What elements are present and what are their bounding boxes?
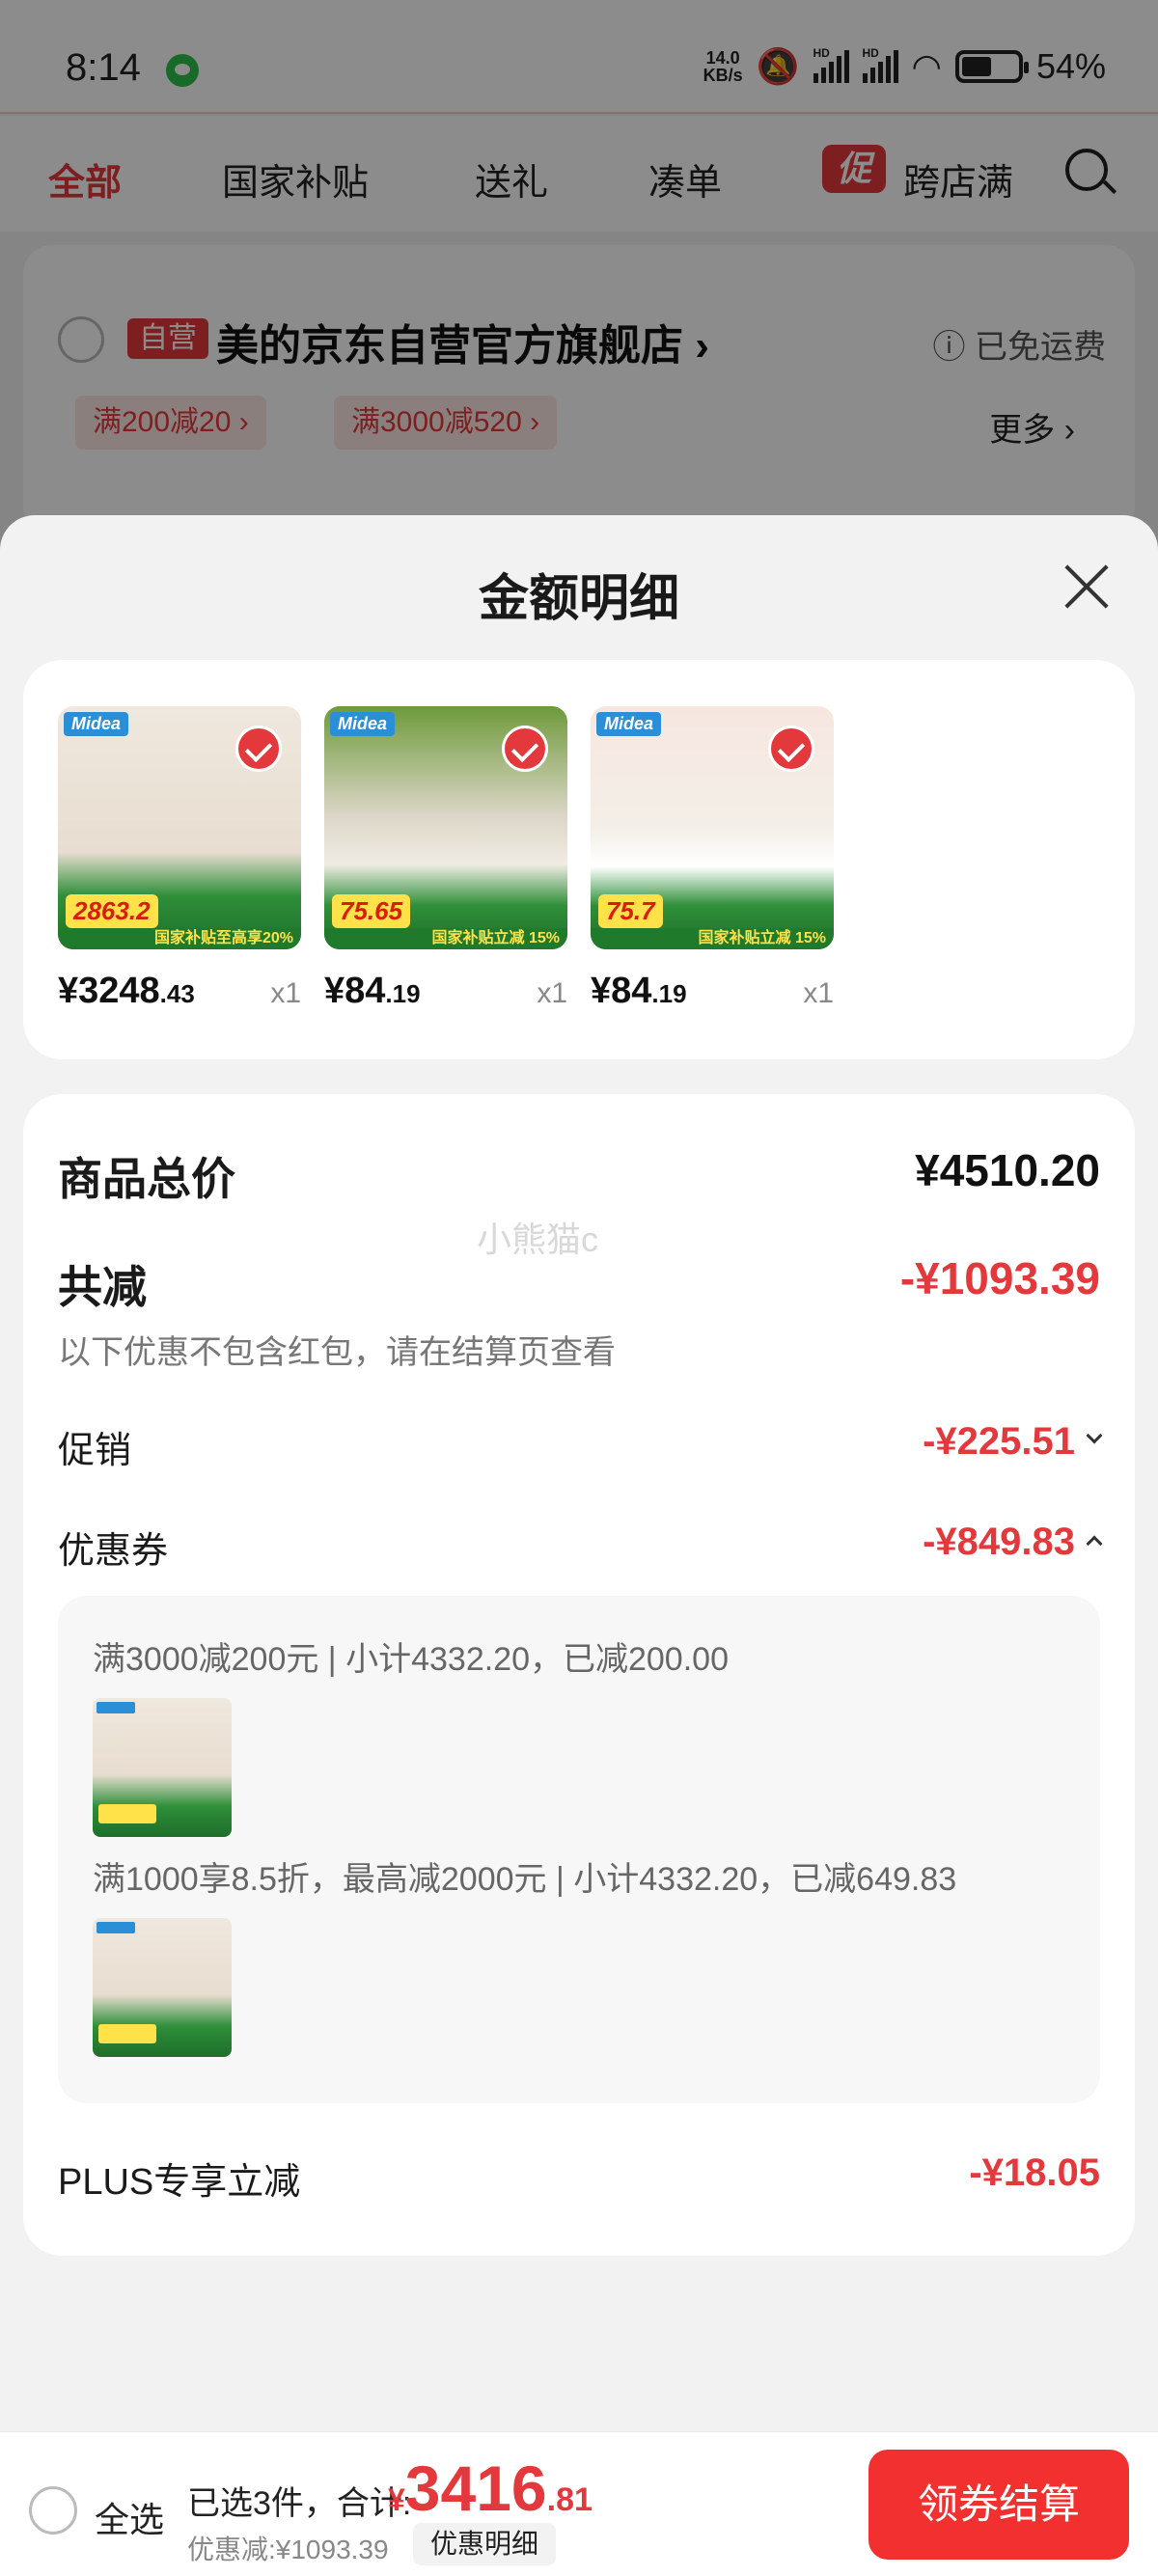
selected-check-icon[interactable] [235,726,282,772]
promo-price-tag: 75.65 [332,894,411,928]
coupon-rule-line: 满1000享8.5折，最高减2000元 | 小计4332.20，已减649.83 [93,1861,957,1898]
product-item[interactable]: Midea 2863.2 国家补贴至高享20% ¥3248.43 x1 [58,706,301,1012]
gov-subsidy-tag: 国家补贴立减 15% [591,928,834,949]
chevron-up-icon [1086,1535,1103,1552]
product-price: ¥84.19 [591,971,687,1012]
product-image-pot: Midea 75.65 国家补贴立减 15% [324,706,567,949]
price-int: ¥3248 [58,971,160,1011]
discount-value: -¥1093.39 [899,1253,1100,1303]
modal-overlay[interactable] [0,0,1158,540]
watermark: 小熊猫c [477,1219,599,1259]
selection-summary: 已选3件，合计: [187,2485,412,2522]
discount-note: 以下优惠不包含红包，请在结算页查看 [58,1334,616,1371]
total-dec: .81 [546,2481,593,2518]
product-qty: x1 [270,977,301,1009]
promotion-value: -¥225.51 [923,1420,1075,1463]
plus-discount-label: PLUS专享立减 [58,2162,301,2203]
price-tag-icon [98,1804,156,1823]
discount-label: 共减 [58,1262,147,1312]
promo-price-tag: 2863.2 [66,894,158,928]
product-item[interactable]: Midea 75.65 国家补贴立减 15% ¥84.19 x1 [324,706,567,1012]
products-card: Midea 2863.2 国家补贴至高享20% ¥3248.43 x1 Mide… [23,660,1135,1059]
chevron-down-icon [1086,1427,1103,1444]
product-qty: x1 [803,977,834,1009]
total-int: 3416 [404,2453,547,2524]
brand-logo-icon [96,1702,135,1713]
gov-subsidy-tag: 国家补贴立减 15% [324,928,567,949]
coupon-rule-line: 满3000减200元 | 小计4332.20，已减200.00 [93,1641,729,1678]
price-tag-icon [98,2024,156,2043]
amount-detail-card: 商品总价 ¥4510.20 小熊猫c 共减 -¥1093.39 以下优惠不包含红… [23,1094,1135,2256]
selected-check-icon[interactable] [768,726,814,772]
coupon-label: 优惠券 [58,1531,169,1572]
price-dec: .43 [159,979,195,1008]
sheet-title: 金额明细 [478,571,679,627]
total-label: 商品总价 [58,1154,235,1204]
brand-logo-icon [96,1922,135,1933]
currency-symbol: ¥ [388,2482,405,2517]
amount-detail-sheet: 金额明细 Midea 2863.2 国家补贴至高享20% ¥3248.43 x1… [0,515,1158,2576]
total-price: ¥3416.81 [388,2452,593,2525]
selected-check-icon[interactable] [502,726,548,772]
checkout-bar: 全选 已选3件，合计: ¥3416.81 优惠减:¥1093.39 优惠明细 领… [0,2431,1158,2576]
select-all-radio[interactable] [29,2486,77,2535]
coupon-product-thumb [93,1698,232,1837]
promotion-row-toggle[interactable]: -¥225.51 [923,1420,1103,1464]
promotion-label: 促销 [58,1431,132,1471]
brand-logo: Midea [596,712,662,736]
price-int: ¥84 [591,971,652,1011]
coupon-product-thumb [93,1918,232,2057]
total-value: ¥4510.20 [915,1145,1100,1195]
product-image-fridge: Midea 2863.2 国家补贴至高享20% [58,706,301,949]
promo-price-tag: 75.7 [598,894,663,928]
price-dec: .19 [651,979,687,1008]
discount-detail-button[interactable]: 优惠明细 [413,2523,557,2565]
brand-logo: Midea [64,712,129,736]
product-item[interactable]: Midea 75.7 国家补贴立减 15% ¥84.19 x1 [591,706,834,1012]
product-image-steamer: Midea 75.7 国家补贴立减 15% [591,706,834,949]
close-icon[interactable] [1062,563,1110,612]
price-int: ¥84 [324,971,386,1011]
brand-logo: Midea [330,712,396,736]
gov-subsidy-tag: 国家补贴至高享20% [58,928,301,949]
price-dec: .19 [385,979,421,1008]
product-price: ¥3248.43 [58,971,195,1012]
coupon-detail-panel: 满3000减200元 | 小计4332.20，已减200.00 满1000享8.… [58,1596,1100,2103]
product-qty: x1 [537,977,567,1009]
coupon-value: -¥849.83 [923,1521,1075,1563]
checkout-button[interactable]: 领券结算 [868,2450,1129,2560]
plus-discount-value: -¥18.05 [969,2151,1100,2194]
saved-amount: 优惠减:¥1093.39 [187,2535,389,2564]
coupon-row-toggle[interactable]: -¥849.83 [923,1521,1103,1564]
product-price: ¥84.19 [324,971,421,1012]
select-all-label[interactable]: 全选 [95,2492,164,2542]
